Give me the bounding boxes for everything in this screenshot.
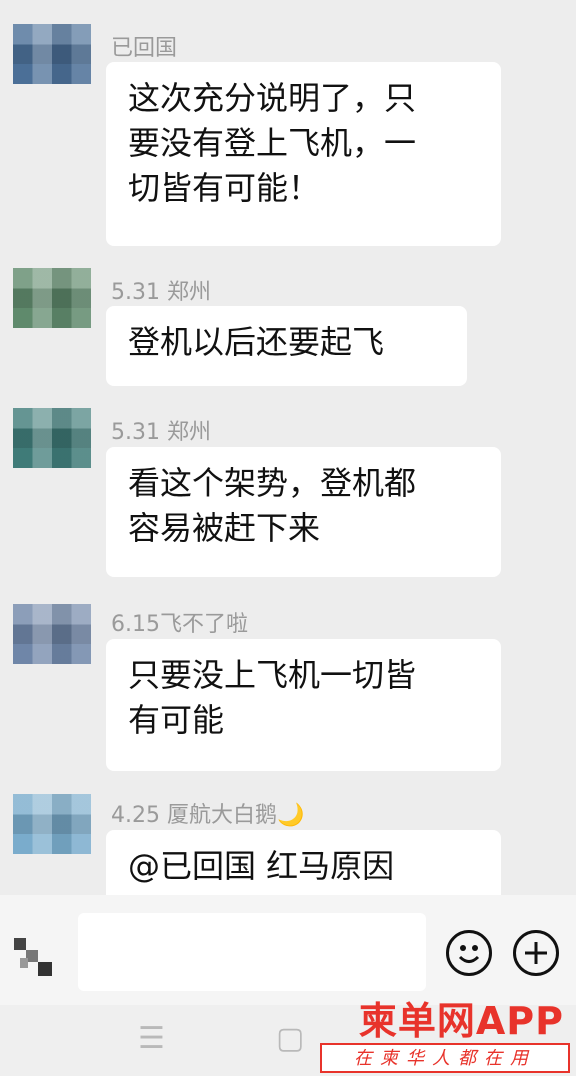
message-bubble[interactable]: 只要没上飞机一切皆 有可能 (106, 639, 501, 771)
message-bubble[interactable]: @已回国 红马原因 (106, 830, 501, 895)
sender-name-text: 4.25 厦航大白鹅 (111, 803, 277, 828)
message-text: 登机以后还要起飞 (128, 323, 385, 361)
sender-name: 4.25 厦航大白鹅🌙 (111, 797, 304, 829)
moon-emoji-icon: 🌙 (276, 803, 305, 828)
message-text: @已回国 红马原因 (128, 847, 395, 885)
voice-toggle-icon[interactable] (12, 938, 60, 980)
avatar[interactable] (13, 24, 91, 84)
message-bubble[interactable]: 看这个架势，登机都 容易被赶下来 (106, 447, 501, 577)
plus-icon (525, 942, 547, 964)
avatar[interactable] (13, 408, 91, 468)
message-text: 看这个架势，登机都 容易被赶下来 (128, 464, 417, 547)
chat-message-list[interactable]: 已回国 这次充分说明了，只 要没有登上飞机，一 切皆有可能！ 5.31 郑州 登… (0, 0, 576, 895)
message-input[interactable] (78, 913, 426, 991)
sender-name: 5.31 郑州 (111, 280, 211, 305)
sender-name: 6.15飞不了啦 (111, 612, 248, 637)
emoji-button[interactable] (446, 930, 492, 976)
input-bar (0, 895, 576, 1005)
brand-logo-text: 柬单网APP (358, 999, 564, 1043)
message-text: 只要没上飞机一切皆 有可能 (128, 656, 417, 739)
more-options-button[interactable] (513, 930, 559, 976)
message-bubble[interactable]: 这次充分说明了，只 要没有登上飞机，一 切皆有可能！ (106, 62, 501, 246)
home-icon[interactable]: ▢ (276, 1021, 304, 1056)
menu-icon[interactable]: ☰ (138, 1021, 165, 1056)
sender-name: 5.31 郑州 (111, 420, 211, 445)
brand-slogan: 在柬华人都在用 (320, 1043, 570, 1073)
avatar[interactable] (13, 268, 91, 328)
avatar[interactable] (13, 604, 91, 664)
brand-watermark: 柬单网APP 在柬华人都在用 (318, 990, 576, 1076)
smiley-icon (458, 945, 480, 963)
message-bubble[interactable]: 登机以后还要起飞 (106, 306, 467, 386)
avatar[interactable] (13, 794, 91, 854)
sender-name: 已回国 (111, 36, 178, 61)
message-text: 这次充分说明了，只 要没有登上飞机，一 切皆有可能！ (128, 79, 417, 207)
